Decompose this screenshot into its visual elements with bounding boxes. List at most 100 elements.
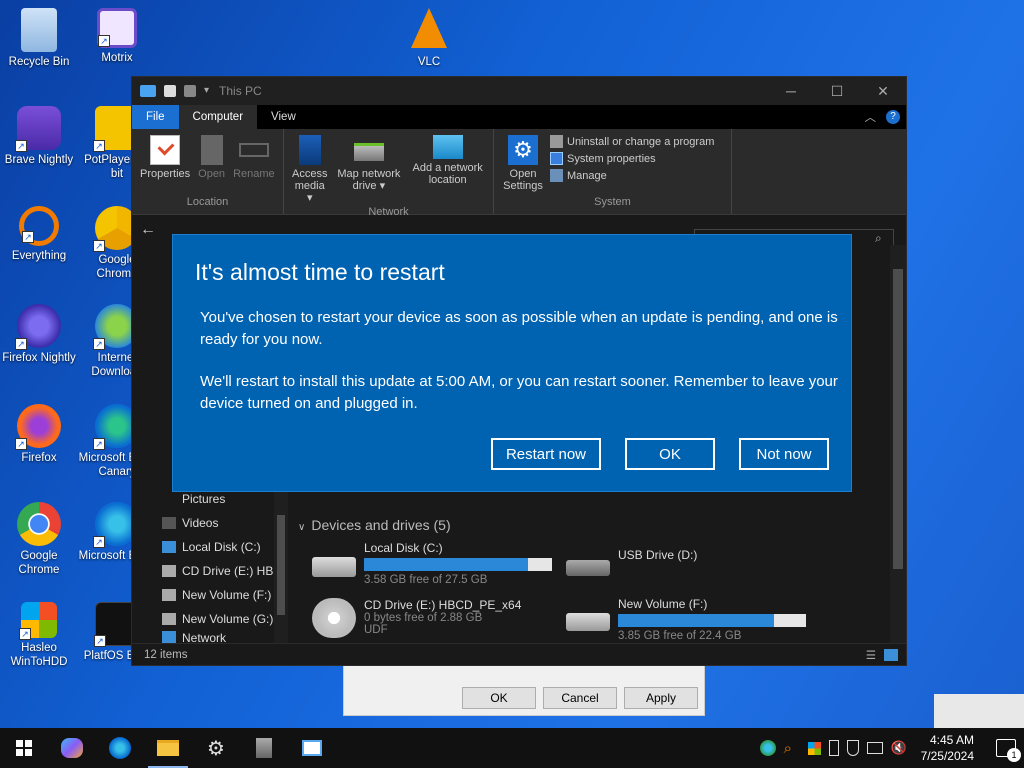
- taskbar-app[interactable]: [240, 728, 288, 768]
- clock-time: 4:45 AM: [929, 733, 974, 747]
- nav-item-local-disk-c[interactable]: Local Disk (C:): [132, 535, 288, 559]
- search-icon[interactable]: ⌕: [784, 740, 800, 757]
- maximize-button[interactable]: ☐: [814, 77, 860, 105]
- start-button[interactable]: [0, 728, 48, 768]
- desktop-icon-brave-nightly[interactable]: ↗ Brave Nightly: [0, 106, 78, 167]
- large-icons-view-icon[interactable]: [884, 648, 898, 661]
- dialog-message-2: We'll restart to install this update at …: [200, 373, 838, 412]
- properties-button[interactable]: Properties: [138, 133, 192, 196]
- nav-item-new-volume-f[interactable]: New Volume (F:): [132, 583, 288, 607]
- status-bar: 12 items ☰: [132, 643, 906, 665]
- section-header-devices[interactable]: ∨ Devices and drives (5): [298, 517, 451, 533]
- open-button[interactable]: Open: [196, 133, 227, 196]
- tab-view[interactable]: View: [257, 105, 310, 129]
- clock[interactable]: 4:45 AM 7/25/2024: [921, 732, 974, 764]
- volume-muted-icon[interactable]: 🔇: [891, 740, 907, 756]
- usb-icon[interactable]: [828, 740, 839, 756]
- drive-name: CD Drive (E:) HBCD_PE_x64: [364, 598, 522, 612]
- tab-computer[interactable]: Computer: [178, 105, 258, 129]
- desktop-icon-firefox-nightly[interactable]: ↗ Firefox Nightly: [0, 304, 78, 365]
- windows-logo-icon: [16, 740, 32, 756]
- uninstall-program-button[interactable]: Uninstall or change a program: [550, 135, 714, 148]
- desktop-icon-wintohdd[interactable]: ↗ Hasleo WinToHDD: [0, 602, 78, 669]
- properties-icon: [150, 135, 181, 165]
- new-folder-icon[interactable]: [184, 85, 196, 97]
- copilot-icon: [61, 738, 83, 758]
- ok-button[interactable]: OK: [625, 438, 715, 470]
- pictures-icon: [162, 493, 176, 505]
- map-network-drive-button[interactable]: Map network drive ▾: [333, 133, 404, 206]
- taskbar-window[interactable]: [288, 728, 336, 768]
- firefox-icon: ↗: [15, 404, 61, 450]
- dialog-title: It's almost time to restart: [195, 259, 445, 285]
- add-network-location-button[interactable]: Add a network location: [408, 133, 487, 206]
- chevron-down-icon: ∨: [298, 522, 306, 533]
- drive-icon: [162, 541, 176, 553]
- restart-now-button[interactable]: Restart now: [491, 438, 601, 470]
- ribbon-group-network: Access media ▾ Map network drive ▾ Add a…: [284, 129, 494, 218]
- desktop-icon-motrix[interactable]: ↗ Motrix: [78, 8, 156, 65]
- manage-button[interactable]: Manage: [550, 169, 714, 182]
- drive-usb-d[interactable]: USB Drive (D:): [566, 548, 697, 576]
- nav-item-new-volume-g[interactable]: New Volume (G:): [132, 607, 288, 631]
- wintohdd-icon: ↗: [19, 602, 57, 640]
- collapse-ribbon-icon[interactable]: ︿: [865, 109, 877, 125]
- desktop-icon-label: Motrix: [101, 52, 133, 64]
- tab-file[interactable]: File: [132, 105, 179, 129]
- security-icon[interactable]: [846, 740, 859, 756]
- taskbar-copilot[interactable]: [48, 728, 96, 768]
- edge-icon: [109, 737, 131, 759]
- rename-button[interactable]: Rename: [231, 133, 277, 196]
- usb-drive-icon: [566, 560, 610, 576]
- notification-center-button[interactable]: 1: [996, 739, 1021, 762]
- open-settings-button[interactable]: ⚙ Open Settings: [500, 133, 546, 196]
- manage-label: Manage: [567, 169, 607, 182]
- content-scrollbar[interactable]: [890, 245, 906, 643]
- minimize-button[interactable]: ─: [768, 77, 814, 105]
- nav-item-cd-drive-e[interactable]: CD Drive (E:) HB: [132, 559, 288, 583]
- network-icon[interactable]: [866, 742, 883, 754]
- drive-local-disk-c[interactable]: Local Disk (C:) 3.58 GB free of 27.5 GB: [312, 541, 552, 586]
- drive-name: USB Drive (D:): [618, 548, 698, 562]
- shield-icon[interactable]: [807, 741, 821, 755]
- desktop-icon-firefox[interactable]: ↗ Firefox: [0, 404, 78, 465]
- open-icon: [200, 135, 223, 165]
- group-name-location: Location: [186, 196, 229, 208]
- drive-usage-fill: [364, 558, 528, 571]
- back-arrow-icon[interactable]: ←: [140, 221, 156, 239]
- taskbar-edge[interactable]: [96, 728, 144, 768]
- desktop-icon-label: Hasleo WinToHDD: [10, 642, 68, 668]
- desktop-icon-everything[interactable]: ↗ Everything: [0, 206, 78, 263]
- details-view-icon[interactable]: ☰: [866, 648, 876, 662]
- help-icon[interactable]: ?: [886, 110, 900, 124]
- notification-popup-edge: [934, 694, 1024, 728]
- bg-ok-button[interactable]: OK: [462, 687, 536, 709]
- desktop-icon-label: Firefox: [21, 452, 57, 464]
- not-now-button[interactable]: Not now: [739, 438, 829, 470]
- access-media-button[interactable]: Access media ▾: [290, 133, 329, 206]
- search-icon[interactable]: ⌕: [875, 231, 882, 246]
- taskbar: ⚙ ⌕ 🔇 4:45 AM 7/25/2024 1: [0, 728, 1024, 768]
- drive-new-volume-f[interactable]: New Volume (F:) 3.85 GB free of 22.4 GB: [566, 597, 806, 642]
- nav-item-videos[interactable]: Videos: [132, 511, 288, 535]
- ribbon-group-system: ⚙ Open Settings Uninstall or change a pr…: [494, 129, 732, 214]
- chromium-tray-icon[interactable]: [759, 740, 776, 756]
- open-settings-label: Open Settings: [503, 168, 543, 192]
- desktop-icon-google-chrome[interactable]: Google Chrome: [0, 502, 78, 577]
- chevron-down-icon[interactable]: ▾: [204, 85, 209, 97]
- drive-icon: [566, 613, 610, 631]
- cd-drive-icon: [312, 598, 356, 638]
- desktop-icon-vlc[interactable]: VLC: [390, 8, 468, 69]
- taskbar-settings[interactable]: ⚙: [192, 728, 240, 768]
- properties-icon[interactable]: [164, 85, 176, 97]
- this-pc-icon: [140, 85, 156, 97]
- drive-free-space: 3.58 GB free of 27.5 GB: [364, 574, 488, 586]
- taskbar-file-explorer[interactable]: [144, 728, 192, 768]
- system-properties-button[interactable]: System properties: [550, 152, 714, 165]
- drive-cd-e[interactable]: CD Drive (E:) HBCD_PE_x64 0 bytes free o…: [312, 598, 521, 638]
- bg-cancel-button[interactable]: Cancel: [543, 687, 617, 709]
- close-button[interactable]: ✕: [860, 77, 906, 105]
- drive-icon: [162, 613, 176, 625]
- bg-apply-button[interactable]: Apply: [624, 687, 698, 709]
- desktop-icon-recycle-bin[interactable]: Recycle Bin: [0, 8, 78, 69]
